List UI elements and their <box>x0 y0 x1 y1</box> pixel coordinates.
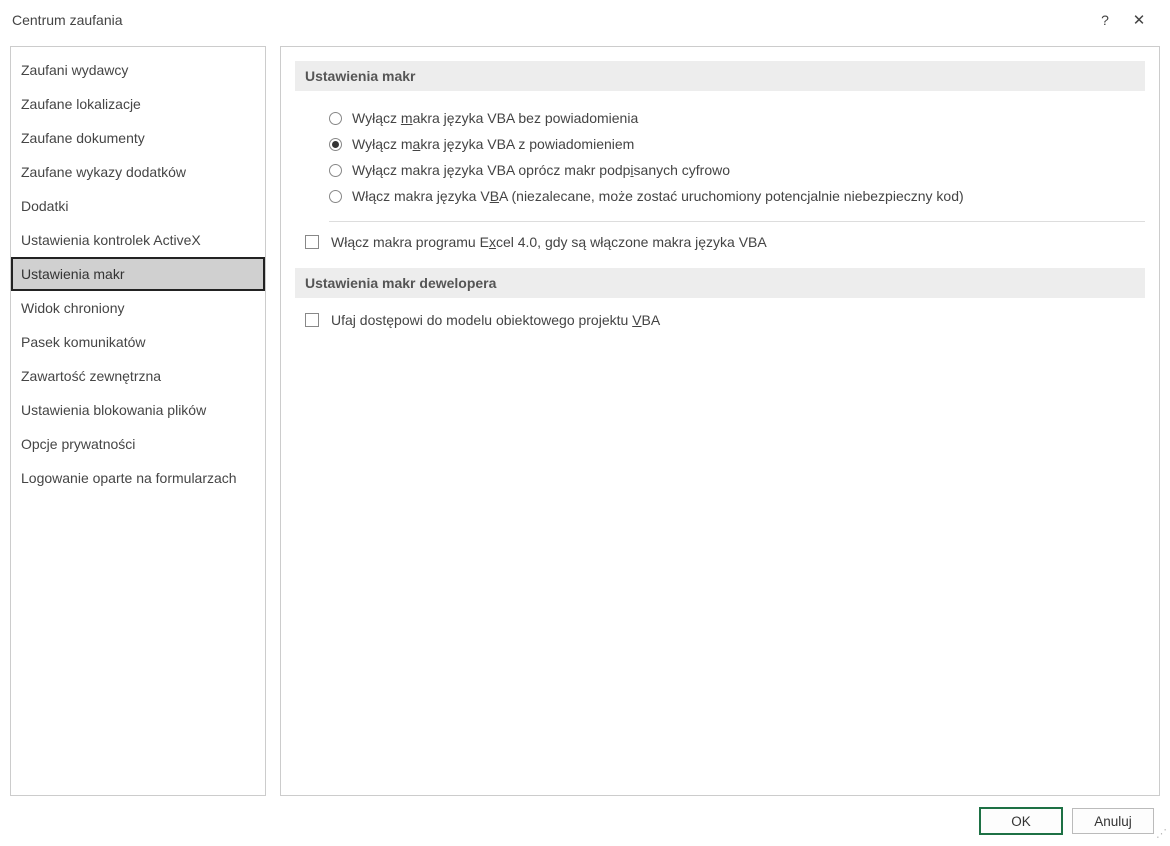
macro-radio-group: Wyłącz makra języka VBA bez powiadomieni… <box>295 105 1145 209</box>
content-area: Zaufani wydawcyZaufane lokalizacjeZaufan… <box>0 40 1170 796</box>
enable-excel4-macros-label: Włącz makra programu Excel 4.0, gdy są w… <box>331 234 767 250</box>
radio-icon <box>329 164 342 177</box>
radio-label: Wyłącz makra języka VBA oprócz makr podp… <box>352 162 730 178</box>
divider <box>329 221 1145 222</box>
sidebar-item[interactable]: Opcje prywatności <box>11 427 265 461</box>
sidebar-item[interactable]: Ustawienia makr <box>11 257 265 291</box>
sidebar-item[interactable]: Zawartość zewnętrzna <box>11 359 265 393</box>
radio-icon <box>329 112 342 125</box>
close-button[interactable]: ✕ <box>1122 11 1156 29</box>
radio-label: Wyłącz makra języka VBA bez powiadomieni… <box>352 110 638 126</box>
checkbox-icon <box>305 235 319 249</box>
checkbox-icon <box>305 313 319 327</box>
sidebar-item[interactable]: Widok chroniony <box>11 291 265 325</box>
settings-panel: Ustawienia makr Wyłącz makra języka VBA … <box>280 46 1160 796</box>
help-button[interactable]: ? <box>1088 12 1122 28</box>
sidebar-item[interactable]: Zaufani wydawcy <box>11 53 265 87</box>
radio-label: Wyłącz makra języka VBA z powiadomieniem <box>352 136 634 152</box>
sidebar-item[interactable]: Zaufane lokalizacje <box>11 87 265 121</box>
cancel-button[interactable]: Anuluj <box>1072 808 1154 834</box>
macro-radio-option[interactable]: Wyłącz makra języka VBA oprócz makr podp… <box>329 157 1145 183</box>
trust-vba-project-checkbox-row[interactable]: Ufaj dostępowi do modelu obiektowego pro… <box>295 312 1145 328</box>
radio-icon <box>329 138 342 151</box>
sidebar-item[interactable]: Pasek komunikatów <box>11 325 265 359</box>
trust-vba-project-label: Ufaj dostępowi do modelu obiektowego pro… <box>331 312 660 328</box>
radio-icon <box>329 190 342 203</box>
sidebar-item[interactable]: Zaufane dokumenty <box>11 121 265 155</box>
resize-grip-icon[interactable]: ⋰ <box>1155 831 1167 843</box>
title-bar: Centrum zaufania ? ✕ <box>0 0 1170 40</box>
ok-button[interactable]: OK <box>980 808 1062 834</box>
section-header-developer-settings: Ustawienia makr dewelopera <box>295 268 1145 298</box>
section-header-macro-settings: Ustawienia makr <box>295 61 1145 91</box>
sidebar-item[interactable]: Dodatki <box>11 189 265 223</box>
macro-radio-option[interactable]: Włącz makra języka VBA (niezalecane, moż… <box>329 183 1145 209</box>
macro-radio-option[interactable]: Wyłącz makra języka VBA z powiadomieniem <box>329 131 1145 157</box>
sidebar-item[interactable]: Ustawienia kontrolek ActiveX <box>11 223 265 257</box>
macro-radio-option[interactable]: Wyłącz makra języka VBA bez powiadomieni… <box>329 105 1145 131</box>
sidebar-item[interactable]: Ustawienia blokowania plików <box>11 393 265 427</box>
radio-label: Włącz makra języka VBA (niezalecane, moż… <box>352 188 964 204</box>
enable-excel4-macros-checkbox-row[interactable]: Włącz makra programu Excel 4.0, gdy są w… <box>295 234 1145 250</box>
dialog-title: Centrum zaufania <box>12 12 1088 28</box>
dialog-buttons: OK Anuluj <box>980 808 1154 834</box>
sidebar-item[interactable]: Zaufane wykazy dodatków <box>11 155 265 189</box>
sidebar: Zaufani wydawcyZaufane lokalizacjeZaufan… <box>10 46 266 796</box>
sidebar-item[interactable]: Logowanie oparte na formularzach <box>11 461 265 495</box>
